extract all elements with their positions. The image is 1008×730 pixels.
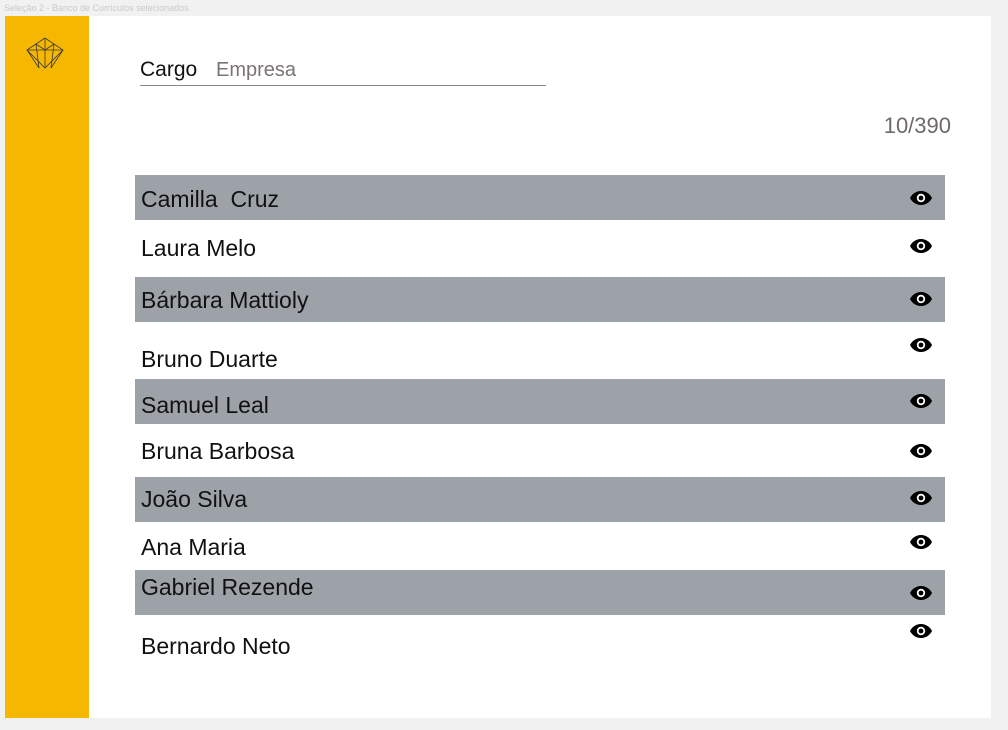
candidate-row[interactable]: Ana Maria — [135, 522, 945, 570]
candidate-name: João Silva — [141, 486, 248, 512]
candidate-row[interactable]: Camilla Cruz — [135, 175, 945, 220]
view-candidate-eye-icon[interactable] — [909, 238, 933, 254]
candidate-row[interactable]: Bernardo Neto — [135, 615, 945, 675]
view-candidate-eye-icon[interactable] — [909, 623, 933, 639]
frame-title: Seleção 2 - Banco de Currículos selecion… — [4, 3, 189, 13]
view-candidate-eye-icon[interactable] — [909, 443, 933, 459]
candidate-row[interactable]: Bruno Duarte — [135, 322, 945, 379]
view-candidate-eye-icon[interactable] — [909, 190, 933, 206]
candidate-row[interactable]: Laura Melo — [135, 220, 945, 277]
candidate-row[interactable]: Samuel Leal — [135, 379, 945, 424]
search-label: Cargo — [140, 58, 198, 81]
logo-icon[interactable] — [25, 36, 65, 70]
sidebar — [5, 16, 89, 718]
company-search-input[interactable] — [216, 58, 536, 82]
candidate-row[interactable]: João Silva — [135, 477, 945, 522]
candidate-name: Camilla Cruz — [141, 186, 280, 212]
candidate-name: Bernardo Neto — [141, 633, 291, 659]
candidate-list: Camilla Cruz Laura Melo Bárbara Mattioly Br… — [135, 175, 945, 675]
candidate-name: Gabriel Rezende — [141, 574, 314, 600]
candidate-name: Bruno Duarte — [141, 346, 278, 372]
view-candidate-eye-icon[interactable] — [909, 585, 933, 601]
candidate-name: Laura Melo — [141, 235, 257, 261]
candidate-row[interactable]: Gabriel Rezende — [135, 570, 945, 615]
view-candidate-eye-icon[interactable] — [909, 337, 933, 353]
search-bar: Cargo — [140, 58, 546, 86]
candidate-name: Bruna Barbosa — [141, 438, 295, 464]
view-candidate-eye-icon[interactable] — [909, 490, 933, 506]
candidate-name: Ana Maria — [141, 534, 246, 560]
view-candidate-eye-icon[interactable] — [909, 534, 933, 550]
candidate-name: Bárbara Mattioly — [141, 287, 309, 313]
candidate-row[interactable]: Bruna Barbosa — [135, 424, 945, 477]
app-frame: Cargo 10/390 Camilla Cruz Laura Melo Bárba… — [5, 16, 991, 718]
candidate-name: Samuel Leal — [141, 392, 269, 418]
view-candidate-eye-icon[interactable] — [909, 291, 933, 307]
candidate-row[interactable]: Bárbara Mattioly — [135, 277, 945, 322]
results-counter: 10/390 — [883, 113, 951, 138]
view-candidate-eye-icon[interactable] — [909, 393, 933, 409]
